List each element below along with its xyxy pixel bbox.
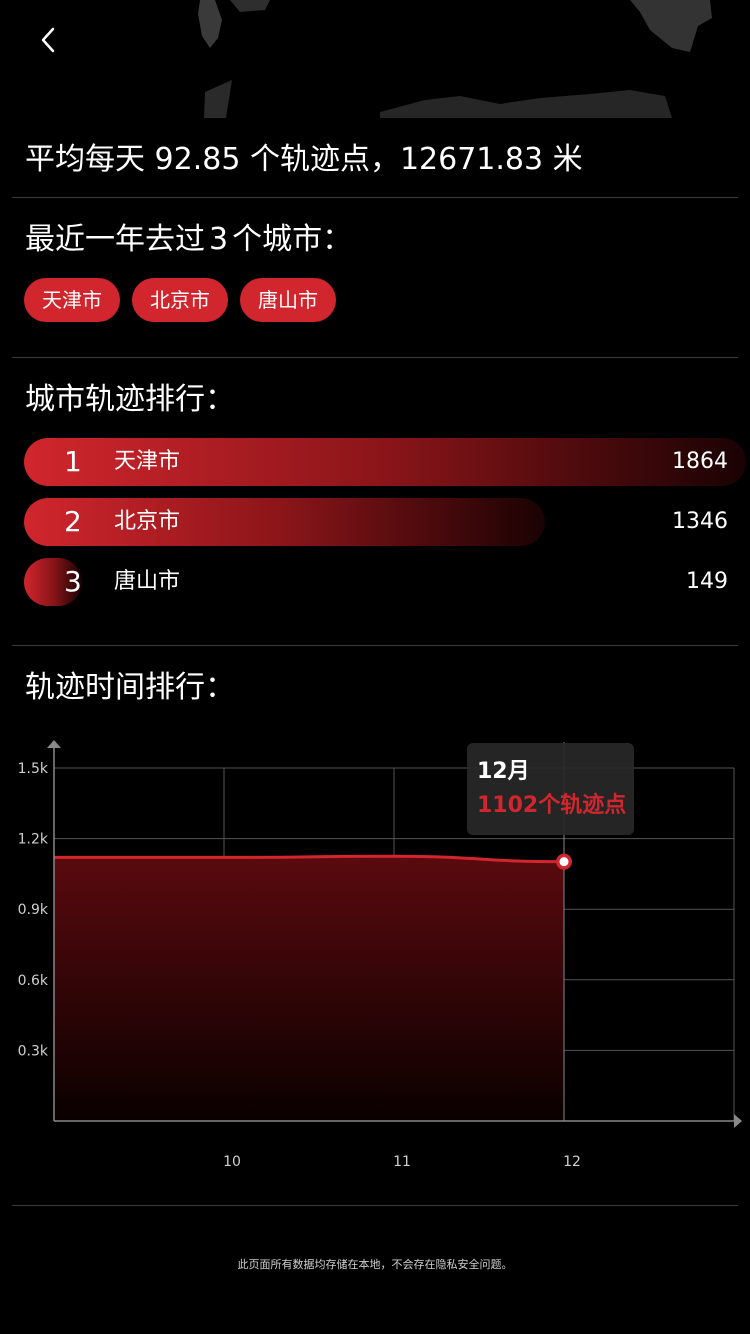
ranking-count: 1864 — [672, 449, 728, 474]
divider — [12, 1205, 738, 1206]
x-tick-label: 11 — [393, 1154, 411, 1170]
cities-title-suffix: 个城市： — [232, 222, 353, 257]
ranking-count: 1346 — [672, 509, 728, 534]
world-map-image — [0, 0, 750, 122]
ranking-city-name: 天津市 — [114, 449, 181, 474]
divider — [12, 357, 738, 358]
x-tick-label: 12 — [563, 1154, 581, 1170]
y-tick-label: 0.9k — [18, 902, 49, 918]
back-button[interactable] — [30, 20, 70, 60]
ranking-bar — [24, 498, 546, 546]
y-tick-label: 1.5k — [18, 761, 49, 777]
tooltip-value: 1102个轨迹点 — [477, 793, 627, 818]
cities-count: 3 — [209, 222, 229, 257]
privacy-note: 此页面所有数据均存储在本地，不会存在隐私安全问题。 — [237, 1258, 513, 1271]
ranking-row[interactable]: 1 天津市 1864 — [24, 438, 746, 486]
daily-average-text: 平均每天 92.85 个轨迹点，12671.83 米 — [25, 142, 583, 177]
cities-title-prefix: 最近一年去过 — [25, 222, 205, 257]
ranking-count: 149 — [686, 569, 728, 594]
city-chip[interactable]: 唐山市 — [240, 278, 336, 322]
chart-tooltip: 12月 1102个轨迹点 — [467, 743, 634, 835]
ranking-number: 2 — [64, 505, 82, 538]
divider — [12, 645, 738, 646]
ranking-number: 1 — [64, 445, 82, 478]
ranking-number: 3 — [64, 565, 82, 598]
cities-visited-title: 最近一年去过 3 个城市： — [25, 220, 352, 260]
city-ranking-title: 城市轨迹排行： — [25, 382, 235, 417]
x-axis-arrow — [734, 1114, 742, 1128]
series-area — [54, 856, 564, 1121]
x-tick-label: 10 — [223, 1154, 241, 1170]
divider — [12, 197, 738, 198]
y-tick-label: 0.6k — [18, 973, 49, 989]
y-axis-arrow — [47, 740, 61, 748]
tooltip-month: 12月 — [477, 759, 530, 784]
ranking-row[interactable]: 3 唐山市 149 — [24, 558, 730, 606]
ranking-city-name: 北京市 — [114, 509, 181, 534]
time-ranking-title: 轨迹时间排行： — [25, 670, 235, 705]
ranking-row[interactable]: 2 北京市 1346 — [24, 498, 730, 546]
city-chip[interactable]: 天津市 — [24, 278, 120, 322]
city-chip-list: 天津市 北京市 唐山市 — [24, 278, 336, 322]
y-tick-label: 1.2k — [18, 832, 49, 848]
ranking-city-name: 唐山市 — [114, 569, 181, 594]
time-ranking-chart[interactable]: 0.3k 0.6k 0.9k 1.2k 1.5k 10 11 12 — [0, 730, 750, 1180]
y-tick-label: 0.3k — [18, 1043, 49, 1059]
chevron-left-icon — [41, 27, 55, 53]
highlight-point-inner — [559, 857, 569, 867]
city-chip[interactable]: 北京市 — [132, 278, 228, 322]
